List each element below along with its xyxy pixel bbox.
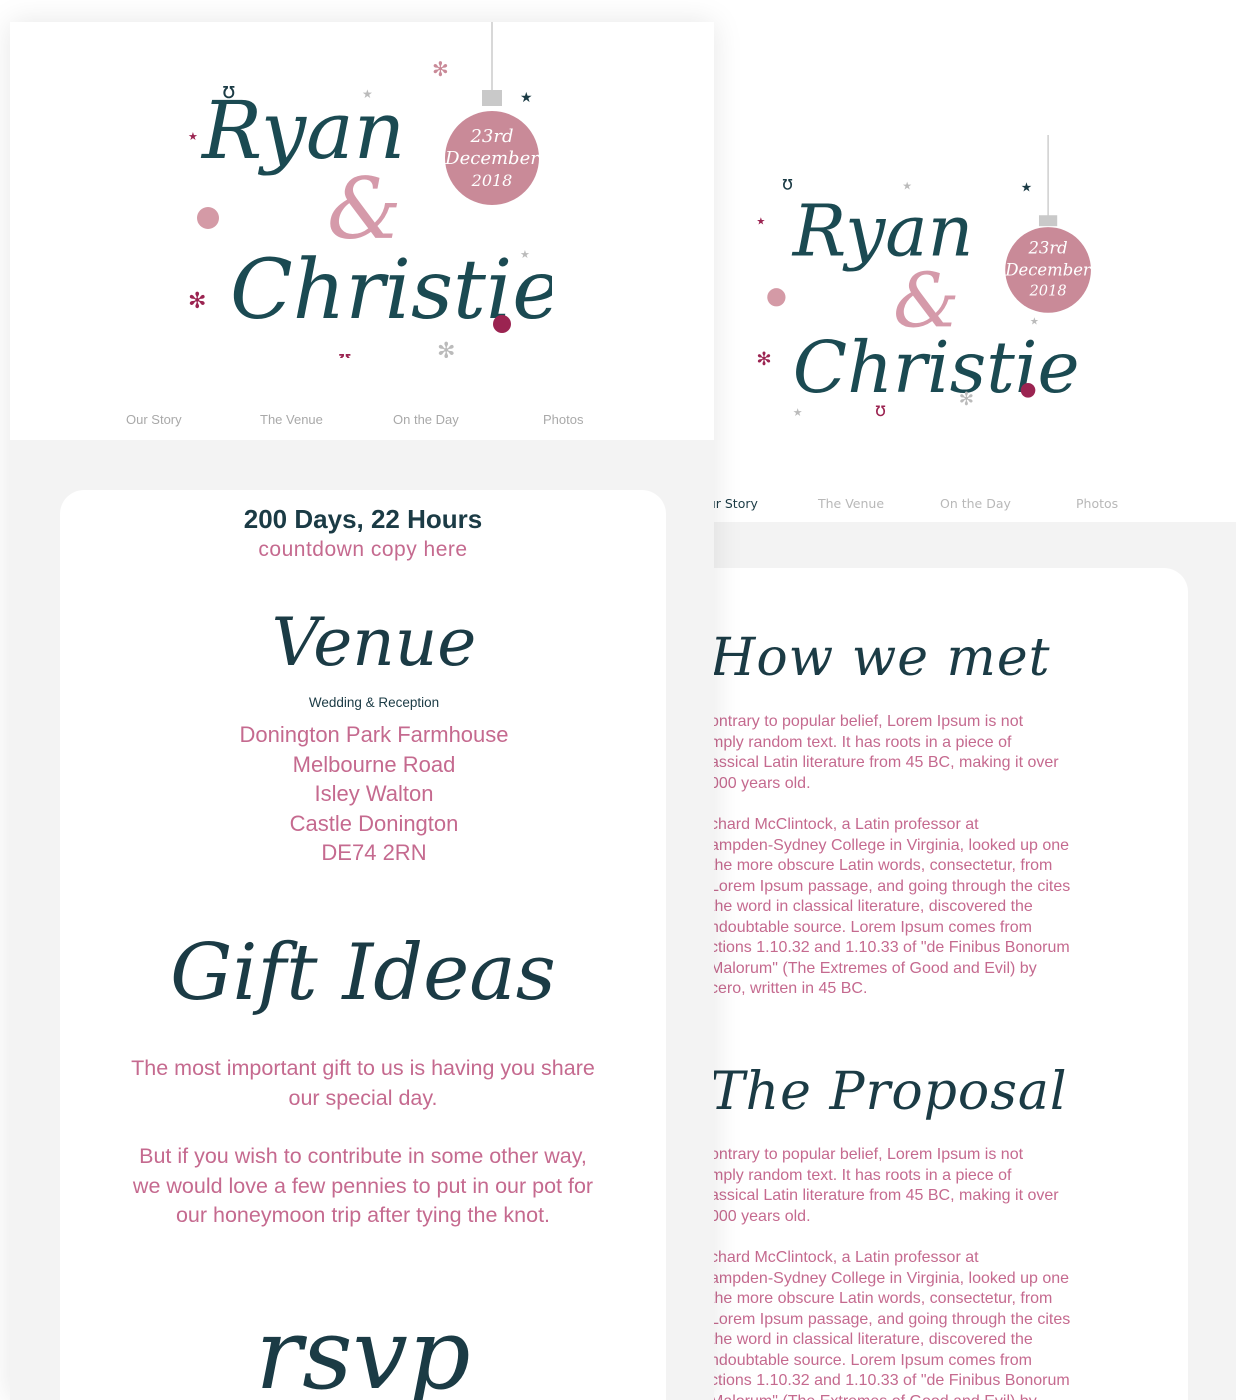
- front-content-card: 200 Days, 22 Hours countdown copy here V…: [60, 490, 666, 1400]
- star-icon: ★: [1030, 317, 1039, 328]
- star-icon: ★: [520, 90, 533, 106]
- back-nav: Our Story The Venue On the Day Photos: [640, 496, 1236, 516]
- back-mockup: 23rd December 2018 Ryan & Christie ★ ★ ★…: [640, 0, 1236, 1400]
- address-line: DE74 2RN: [321, 840, 427, 865]
- back-content-card: How we met ontrary to popular belief, Lo…: [640, 568, 1188, 1400]
- small-bauble-pink: [767, 288, 786, 307]
- date-line-2: December: [444, 148, 540, 169]
- date-line-1: 23rd: [1027, 239, 1067, 258]
- small-bauble-crimson: [1020, 383, 1036, 398]
- front-header: 23rd December 2018 Ryan & Christie ★ ★ ★…: [10, 22, 714, 440]
- star-icon: ★: [793, 406, 803, 419]
- bauble-cap: [482, 90, 502, 106]
- how-we-met-paragraph-1: ontrary to popular belief, Lorem Ipsum i…: [710, 713, 1059, 792]
- address-line: Donington Park Farmhouse: [239, 722, 509, 747]
- horseshoe-icon: ʊ: [875, 400, 886, 421]
- date-line-2: December: [1004, 260, 1092, 279]
- flower-icon: ✻: [756, 349, 771, 370]
- star-icon: ★: [756, 216, 765, 227]
- horseshoe-icon: ʊ: [222, 79, 236, 104]
- star-icon: ★: [240, 357, 251, 358]
- horseshoe-icon: ʊ: [782, 174, 793, 195]
- flower-icon: ✻: [437, 339, 455, 358]
- gift-ideas-title: Gift Ideas: [170, 928, 556, 1018]
- star-icon: ★: [902, 180, 912, 193]
- address-line: Isley Walton: [314, 781, 434, 806]
- nav-item-photos[interactable]: Photos: [543, 412, 583, 427]
- flower-icon: ✻: [188, 289, 206, 314]
- nav-item-on-the-day[interactable]: On the Day: [940, 496, 1011, 511]
- small-bauble-pink: [197, 207, 219, 229]
- venue-subtitle: Wedding & Reception: [308, 695, 440, 710]
- gift-paragraph-1: The most important gift to us is having …: [131, 1056, 595, 1110]
- horseshoe-icon: ʊ: [338, 347, 352, 358]
- venue-title: Venue: [271, 604, 477, 681]
- nav-item-venue[interactable]: The Venue: [818, 496, 884, 511]
- star-icon: ★: [362, 87, 373, 101]
- countdown-value: 200 Days, 22 Hours: [243, 504, 483, 534]
- star-icon: ★: [520, 248, 530, 261]
- date-line-3: 2018: [471, 171, 513, 190]
- nav-item-photos[interactable]: Photos: [1076, 496, 1118, 511]
- bauble-cap: [1038, 215, 1058, 227]
- venue-address: Donington Park Farmhouse Melbourne Road …: [60, 720, 688, 868]
- date-line-1: 23rd: [469, 126, 513, 147]
- front-logo: 23rd December 2018 Ryan & Christie ★ ★ ★…: [188, 22, 552, 358]
- star-icon: ★: [188, 130, 198, 143]
- nav-item-on-the-day[interactable]: On the Day: [393, 412, 459, 427]
- front-nav: Our Story The Venue On the Day Photos: [10, 412, 714, 432]
- flower-icon: ✻: [432, 57, 449, 81]
- front-mockup: 23rd December 2018 Ryan & Christie ★ ★ ★…: [10, 22, 714, 1400]
- countdown-copy: countdown copy here: [258, 538, 468, 561]
- nav-item-our-story[interactable]: Our Story: [126, 412, 182, 427]
- flower-icon: ✻: [959, 389, 974, 410]
- gift-paragraph-2: But if you wish to contribute in some ot…: [132, 1144, 594, 1227]
- nav-item-venue[interactable]: The Venue: [260, 412, 323, 427]
- back-header: 23rd December 2018 Ryan & Christie ★ ★ ★…: [640, 0, 1236, 522]
- address-line: Melbourne Road: [292, 751, 456, 777]
- proposal-paragraph-1: ontrary to popular belief, Lorem Ipsum i…: [710, 1146, 1059, 1225]
- proposal-title: The Proposal: [710, 1062, 1068, 1122]
- rsvp-title: rsvp: [255, 1298, 471, 1400]
- star-icon: ★: [1021, 181, 1032, 196]
- date-line-3: 2018: [1029, 282, 1067, 299]
- address-line: Castle Donington: [289, 810, 459, 836]
- how-we-met-paragraph-2: chard McClintock, a Latin professor at a…: [710, 816, 1071, 997]
- small-bauble-crimson: [493, 315, 511, 333]
- how-we-met-title: How we met: [710, 628, 1051, 688]
- proposal-paragraph-2: chard McClintock, a Latin professor at a…: [710, 1249, 1071, 1400]
- back-logo: 23rd December 2018 Ryan & Christie ★ ★ ★…: [756, 135, 1092, 421]
- logo-name-christie: Christie: [793, 326, 1080, 409]
